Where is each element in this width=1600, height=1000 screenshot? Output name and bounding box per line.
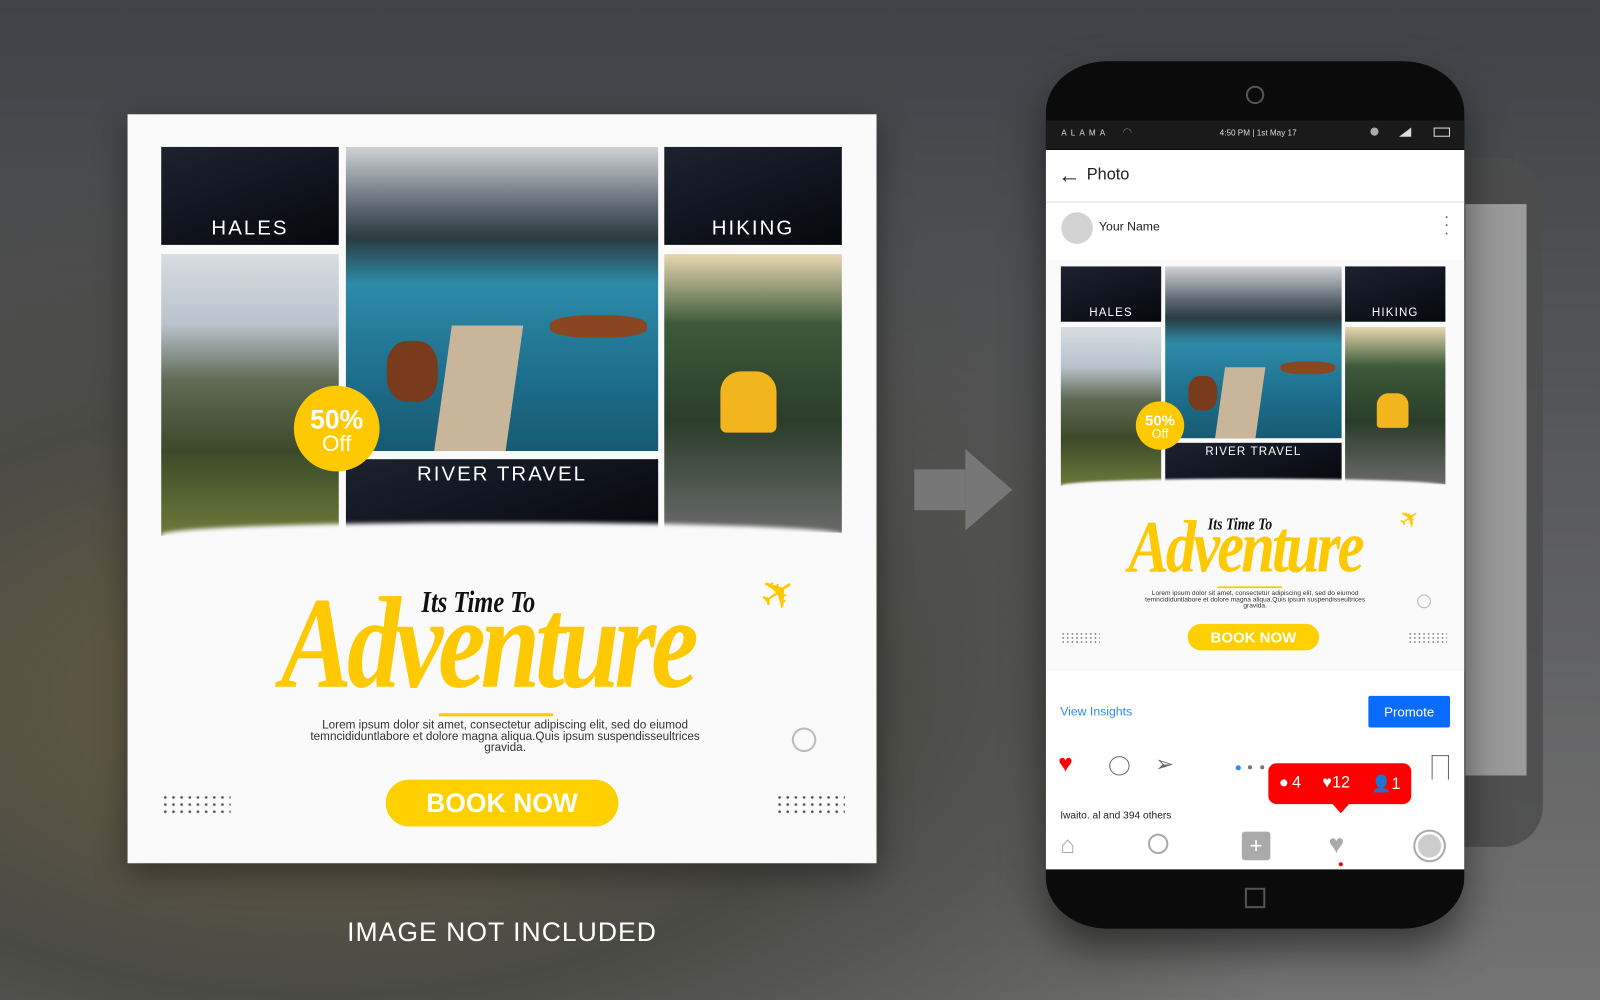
social-post-preview: HALES RIVER TRAVEL HIKING 50% Off Adventu… <box>127 114 877 864</box>
caption: IMAGE NOT INCLUDED <box>347 916 657 947</box>
arrow-icon <box>914 469 966 511</box>
body-text: Lorem ipsum dolor sit amet, consectetur … <box>310 719 700 755</box>
circle-decoration <box>791 727 817 753</box>
badge-off: Off <box>1151 426 1169 442</box>
bookmark-icon[interactable] <box>1431 755 1449 780</box>
headline-small: Its Time To <box>421 585 536 620</box>
tile-label: HALES <box>1089 306 1133 319</box>
search-nav-icon[interactable] <box>1147 833 1169 855</box>
lake-photo <box>345 146 659 452</box>
dots-decoration <box>775 793 845 817</box>
activity-notification: ● 4 ♥12 👤1 <box>1268 763 1412 814</box>
clock-icon <box>1370 127 1379 136</box>
divider <box>438 713 554 717</box>
body-text: Lorem ipsum dolor sit amet, consectetur … <box>1145 589 1366 610</box>
wifi-icon: ◠ <box>1122 126 1133 139</box>
battery-icon <box>1433 127 1450 137</box>
phone-post-image: HALES RIVER TRAVEL HIKING 50% Off Adventu… <box>1045 260 1465 672</box>
activity-nav-icon[interactable]: ♥ <box>1329 829 1345 861</box>
carousel-dot <box>1260 765 1265 770</box>
notif-comments: ● 4 <box>1278 774 1302 792</box>
camera-icon <box>1245 85 1265 105</box>
bridge-photo <box>1345 326 1446 485</box>
tile-label: HIKING <box>1371 306 1419 319</box>
phone-screen: ← Photo Your Name · · · HALES RIVER TRAVEL… <box>1045 149 1465 870</box>
discount-badge: 50% Off <box>1135 401 1185 450</box>
signal-icon <box>1398 127 1412 137</box>
background-phone-screen <box>1465 204 1527 776</box>
dots-decoration <box>161 793 231 817</box>
book-now-button[interactable]: BOOK NOW <box>385 779 619 827</box>
stage: HALES RIVER TRAVEL HIKING 50% Off Adventu… <box>0 0 1600 1000</box>
badge-off: Off <box>321 430 352 457</box>
dots-decoration <box>1407 631 1448 645</box>
tile-hiking: HIKING <box>1345 266 1446 322</box>
book-now-button[interactable]: BOOK NOW <box>1187 623 1320 651</box>
brush-edge <box>161 522 842 554</box>
back-arrow-icon[interactable]: ← <box>1058 162 1080 189</box>
arrow-head <box>965 448 1013 531</box>
tile-label: RIVER TRAVEL <box>417 463 588 486</box>
airplane-icon: ✈ <box>1393 501 1426 536</box>
lake-photo <box>1165 266 1342 439</box>
badge-percent: 50% <box>1145 411 1176 429</box>
airplane-icon: ✈ <box>749 563 807 624</box>
badge-percent: 50% <box>310 404 364 435</box>
home-nav-icon[interactable]: ⌂ <box>1060 832 1075 861</box>
tile-hales: HALES <box>161 146 339 245</box>
headline-small: Its Time To <box>1207 514 1273 534</box>
carrier: ALAMA <box>1061 128 1110 138</box>
brush-edge <box>1060 478 1446 496</box>
avatar[interactable] <box>1061 212 1093 244</box>
notif-followers: 👤1 <box>1371 775 1401 793</box>
likes-text: Iwaito. al and 394 others <box>1060 810 1172 822</box>
discount-badge: 50% Off <box>293 385 380 472</box>
activity-dot <box>1338 862 1343 867</box>
promote-button[interactable]: Promote <box>1368 695 1450 728</box>
more-options-icon[interactable]: · · · <box>1444 209 1449 242</box>
circle-decoration <box>1417 594 1431 609</box>
bridge-photo <box>664 254 842 533</box>
home-button[interactable] <box>1244 887 1266 909</box>
tile-hales: HALES <box>1060 266 1162 322</box>
divider <box>1217 586 1283 589</box>
comment-icon[interactable] <box>1109 756 1130 776</box>
add-nav-icon[interactable]: + <box>1241 831 1271 861</box>
like-icon[interactable]: ♥ <box>1058 750 1073 779</box>
carousel-dot <box>1247 765 1253 770</box>
post-image: HALES RIVER TRAVEL HIKING 50% Off Adventu… <box>1045 260 1465 687</box>
tile-label: HALES <box>211 217 289 240</box>
tile-label: HIKING <box>711 217 795 240</box>
status-time: 4:50 PM | 1st May 17 <box>1219 128 1297 138</box>
share-icon[interactable]: ➢ <box>1155 751 1174 778</box>
profile-nav-icon[interactable] <box>1413 829 1446 863</box>
dots-decoration <box>1060 631 1101 645</box>
tile-label: RIVER TRAVEL <box>1205 445 1302 458</box>
carousel-dot <box>1235 765 1241 771</box>
user-name[interactable]: Your Name <box>1099 219 1160 233</box>
tile-hiking: HIKING <box>664 146 842 245</box>
notification-pointer <box>1331 803 1350 814</box>
app-header: ← Photo <box>1045 150 1465 204</box>
page-title: Photo <box>1086 166 1130 184</box>
view-insights-link[interactable]: View Insights <box>1060 704 1132 718</box>
notif-likes: ♥12 <box>1322 774 1351 792</box>
status-bar: ALAMA ◠ 4:50 PM | 1st May 17 <box>1045 120 1465 149</box>
